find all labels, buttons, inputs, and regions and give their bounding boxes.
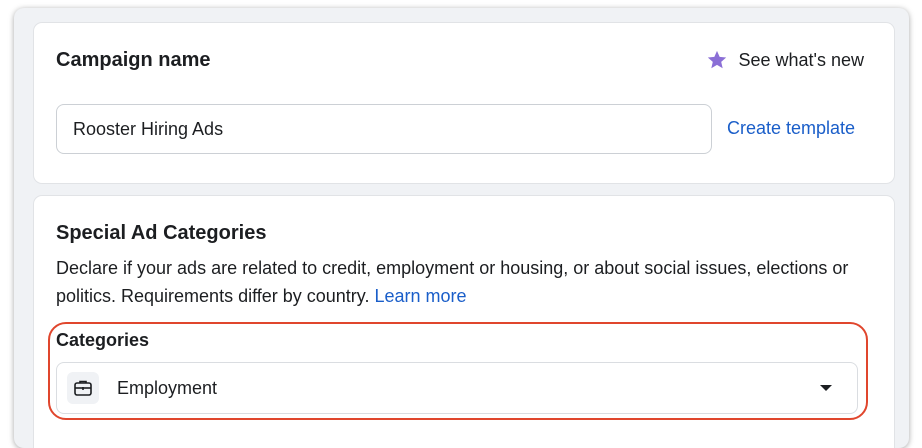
campaign-name-title: Campaign name	[56, 49, 211, 71]
special-ad-categories-description: Declare if your ads are related to credi…	[56, 254, 866, 310]
categories-dropdown[interactable]: Employment	[56, 362, 858, 414]
categories-label: Categories	[56, 330, 150, 350]
special-ad-categories-card: Special Ad Categories Declare if your ad…	[34, 196, 894, 448]
campaign-name-card: Campaign name See what's new Create temp…	[34, 23, 894, 183]
learn-more-link[interactable]: Learn more	[375, 286, 467, 306]
star-icon	[708, 50, 727, 69]
see-whats-new-label: See what's new	[738, 49, 864, 70]
campaign-name-input[interactable]	[56, 104, 712, 154]
selected-category: Employment	[117, 377, 218, 398]
special-ad-categories-title: Special Ad Categories	[56, 222, 267, 244]
create-template-link[interactable]: Create template	[727, 118, 855, 139]
see-whats-new-link[interactable]: See what's new	[706, 49, 864, 71]
briefcase-icon	[67, 372, 99, 404]
caret-down-icon	[820, 385, 832, 391]
ads-manager-panel: Campaign name See what's new Create temp…	[14, 8, 909, 448]
